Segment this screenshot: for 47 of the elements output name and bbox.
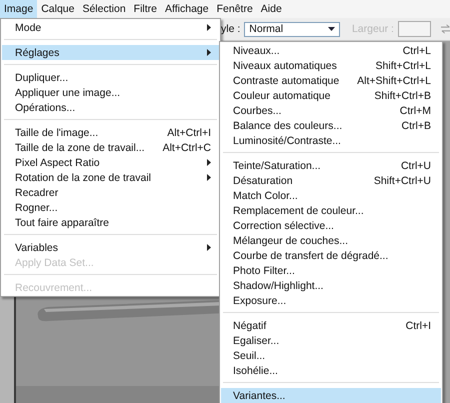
menu-title[interactable]: Sélection xyxy=(78,0,130,18)
menu-item[interactable]: Pixel Aspect Ratio xyxy=(2,155,219,170)
style-dropdown[interactable]: Normal xyxy=(244,22,340,36)
style-label: yle : xyxy=(221,23,240,35)
menu-item[interactable]: Rogner... xyxy=(2,200,219,215)
swap-arrows-icon[interactable] xyxy=(440,24,450,34)
menu-item[interactable]: Isohélie... xyxy=(221,363,441,378)
menu-item[interactable]: Taille de la zone de travail... Alt+Ctrl+C xyxy=(2,140,219,155)
menu-item[interactable]: Mélangeur de couches... xyxy=(221,233,441,248)
menu-item[interactable]: Egaliser... xyxy=(221,333,441,348)
menu-item[interactable]: Appliquer une image... xyxy=(2,85,219,100)
menu-item[interactable]: Photo Filter... xyxy=(221,263,441,278)
menu-item[interactable]: Contraste automatique Alt+Shift+Ctrl+L xyxy=(221,73,441,88)
menu-item[interactable]: Match Color... xyxy=(221,188,441,203)
menu-item[interactable]: Recadrer xyxy=(2,185,219,200)
menu-item[interactable]: Couleur automatique Shift+Ctrl+B xyxy=(221,88,441,103)
menu-item[interactable]: Désaturation Shift+Ctrl+U xyxy=(221,173,441,188)
menu-title[interactable]: Fenêtre xyxy=(212,0,257,18)
menu-item[interactable]: Correction sélective... xyxy=(221,218,441,233)
menu-item[interactable]: Opérations... xyxy=(2,100,219,115)
menu-title[interactable]: Image xyxy=(0,0,38,18)
menu-item[interactable]: Balance des couleurs... Ctrl+B xyxy=(221,118,441,133)
menu-title[interactable]: Aide xyxy=(256,0,286,18)
menu-title[interactable]: Filtre xyxy=(130,0,162,18)
menu-item[interactable]: Variantes... xyxy=(221,388,441,403)
menu-item[interactable]: Remplacement de couleur... xyxy=(221,203,441,218)
menu-item[interactable]: Seuil... xyxy=(221,348,441,363)
menu-title[interactable]: Affichage xyxy=(161,0,213,18)
menu-item[interactable]: Luminosité/Contraste... xyxy=(221,133,441,148)
menu-item[interactable]: Mode xyxy=(2,20,219,35)
menu-item[interactable]: Réglages xyxy=(2,45,219,60)
menu-item[interactable]: Shadow/Highlight... xyxy=(221,278,441,293)
menu-title[interactable]: Calque xyxy=(37,0,78,18)
menu-item[interactable]: Courbe de transfert de dégradé... xyxy=(221,248,441,263)
menu-item[interactable]: Tout faire apparaître xyxy=(2,215,219,230)
menu-item[interactable]: Négatif Ctrl+I xyxy=(221,318,441,333)
width-field[interactable] xyxy=(398,21,431,37)
menu-item[interactable]: Exposure... xyxy=(221,293,441,308)
menu-item[interactable]: Niveaux automatiques Shift+Ctrl+L xyxy=(221,58,441,73)
menu-item[interactable]: Taille de l'image... Alt+Ctrl+I xyxy=(2,125,219,140)
menu-item[interactable]: Rotation de la zone de travail xyxy=(2,170,219,185)
menu-item[interactable]: Variables xyxy=(2,240,219,255)
menu-item[interactable]: Teinte/Saturation... Ctrl+U xyxy=(221,158,441,173)
dropdown-arrow-icon xyxy=(328,27,335,31)
menu-item[interactable]: Dupliquer... xyxy=(2,70,219,85)
menu-item[interactable]: Niveaux... Ctrl+L xyxy=(221,43,441,58)
menu-item[interactable]: Courbes... Ctrl+M xyxy=(221,103,441,118)
